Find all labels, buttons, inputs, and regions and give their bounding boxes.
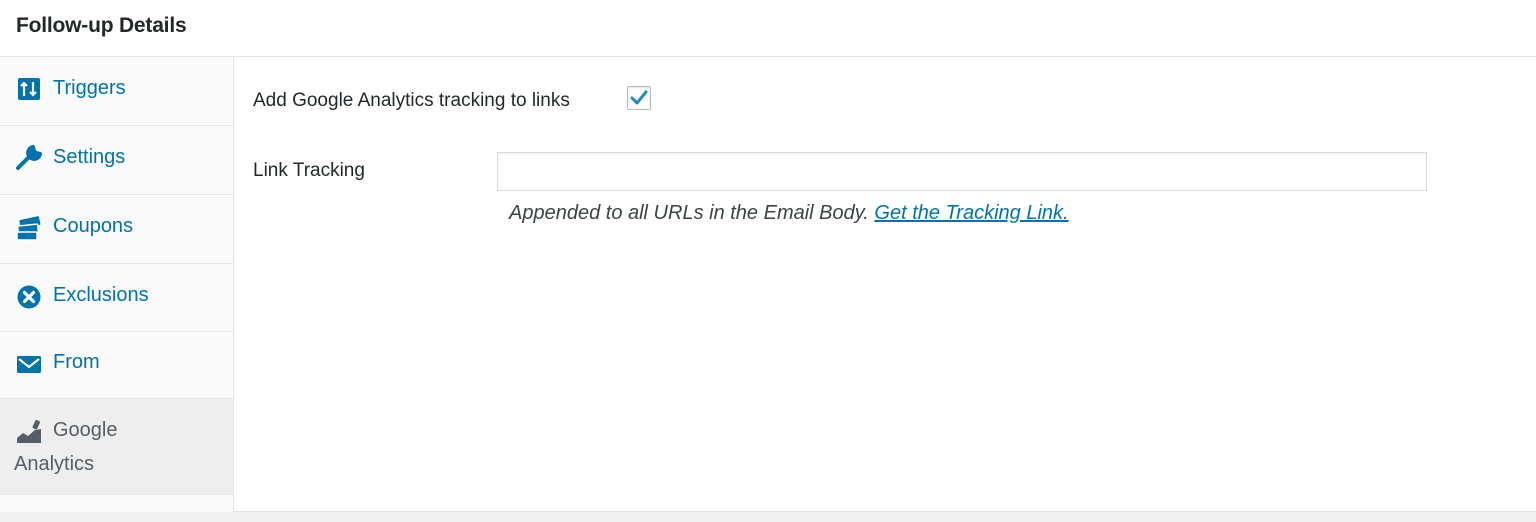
ga-tracking-checkbox[interactable] xyxy=(627,86,651,110)
panel-header: Follow-up Details xyxy=(0,0,1536,57)
triggers-icon xyxy=(18,78,40,100)
tickets-icon xyxy=(16,216,41,241)
panel-title: Follow-up Details xyxy=(16,14,187,37)
tab-label-settings: Settings xyxy=(53,146,126,168)
tab-settings[interactable]: Settings xyxy=(0,126,233,195)
tab-label-exclusions: Exclusions xyxy=(53,284,149,306)
tab-label-google: Google xyxy=(53,419,118,441)
checkmark-icon xyxy=(630,90,648,105)
follow-up-details-panel: Follow-up Details Triggers Settings Coup… xyxy=(0,0,1536,512)
tab-from[interactable]: From xyxy=(0,332,233,399)
link-tracking-label: Link Tracking xyxy=(253,160,365,181)
link-tracking-input[interactable] xyxy=(497,152,1427,191)
description-text: Appended to all URLs in the Email Body. xyxy=(509,202,869,224)
google-analytics-settings: Add Google Analytics tracking to links L… xyxy=(234,57,1536,512)
tab-label-triggers: Triggers xyxy=(53,77,126,99)
envelope-icon xyxy=(17,356,41,373)
wrench-icon xyxy=(16,145,42,170)
close-circle-icon xyxy=(17,285,41,309)
tab-label-coupons: Coupons xyxy=(53,215,134,237)
tab-google-analytics[interactable]: Google Analytics xyxy=(0,399,233,494)
link-tracking-description: Appended to all URLs in the Email Body. … xyxy=(509,202,1069,225)
tab-label-from: From xyxy=(53,351,100,373)
sidebar-footer xyxy=(0,494,233,512)
tab-exclusions[interactable]: Exclusions xyxy=(0,264,233,332)
chart-icon xyxy=(17,420,41,443)
sidebar-tabs: Triggers Settings Coupons Exclusions Fro… xyxy=(0,57,234,512)
tab-triggers[interactable]: Triggers xyxy=(0,57,233,126)
get-tracking-link[interactable]: Get the Tracking Link. xyxy=(874,202,1068,224)
tab-label-analytics: Analytics xyxy=(14,453,95,475)
tab-coupons[interactable]: Coupons xyxy=(0,195,233,264)
ga-tracking-label: Add Google Analytics tracking to links xyxy=(253,90,570,111)
